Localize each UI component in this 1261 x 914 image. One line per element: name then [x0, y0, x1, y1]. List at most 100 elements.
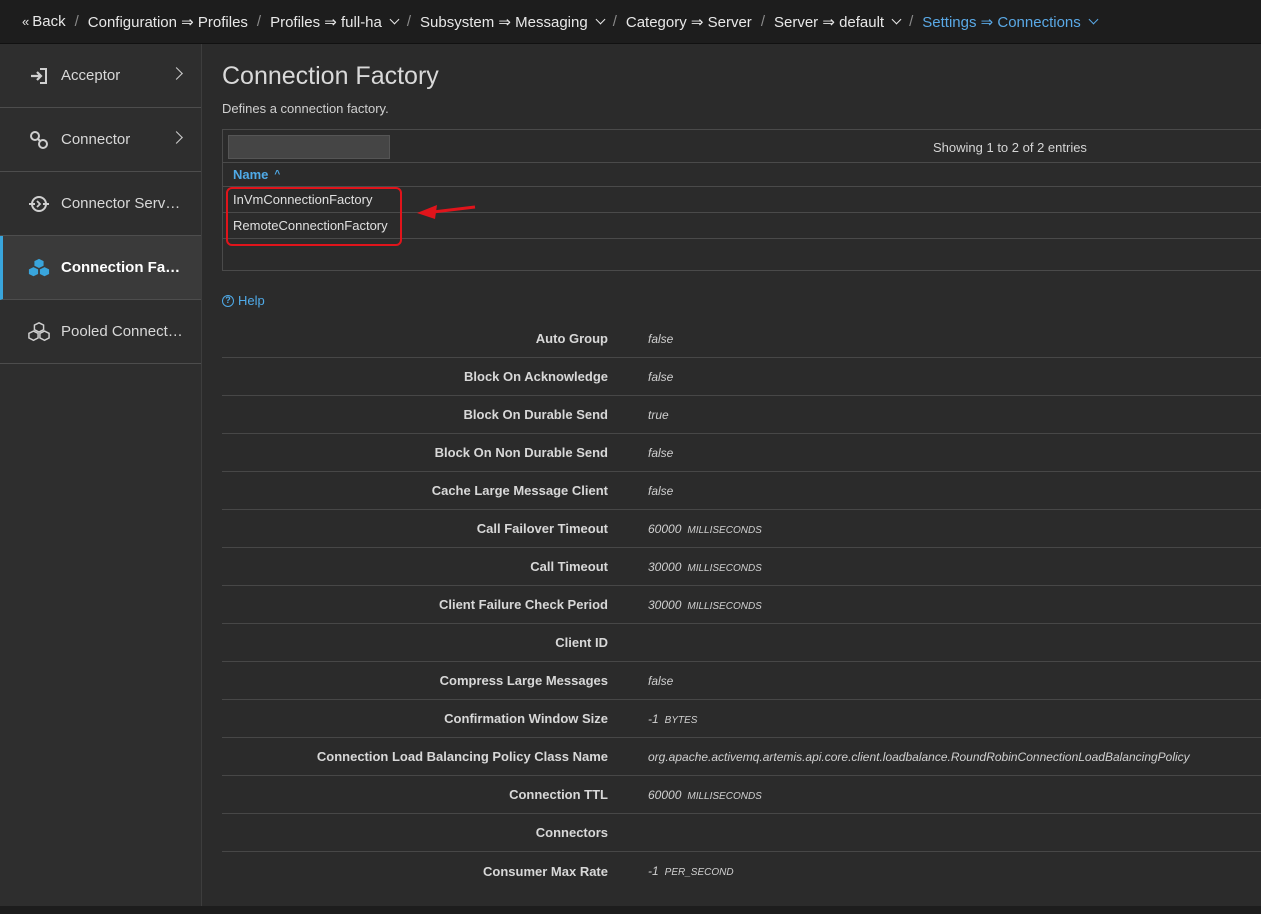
help-link[interactable]: ? Help	[222, 293, 265, 308]
breadcrumb-profile-dropdown[interactable]: Profiles ⇒ full-ha	[270, 13, 400, 31]
breadcrumb: « Back / Configuration ⇒ Profiles / Prof…	[0, 0, 1261, 44]
back-link[interactable]: « Back	[22, 13, 66, 30]
attribute-name: Consumer Max Rate	[483, 863, 608, 879]
attribute-row: Compress Large Messages false	[222, 662, 1261, 700]
attribute-unit: PER_SECOND	[664, 867, 734, 878]
attribute-value-text: false	[648, 369, 674, 384]
breadcrumb-configuration[interactable]: Configuration ⇒ Profiles	[88, 13, 248, 31]
breadcrumb-separator: /	[256, 13, 262, 30]
page-description: Defines a connection factory.	[222, 101, 389, 116]
attribute-value-text: 30000	[648, 559, 682, 574]
link-icon	[28, 129, 50, 151]
attribute-name: Block On Durable Send	[463, 407, 608, 422]
attribute-value: false	[648, 446, 679, 460]
double-chevron-left-icon: «	[22, 14, 30, 29]
attribute-row: Cache Large Message Client false	[222, 472, 1261, 510]
attribute-row: Block On Acknowledge false	[222, 358, 1261, 396]
attribute-value-text: false	[648, 331, 674, 346]
attribute-value: -1 PER_SECOND	[648, 864, 734, 878]
breadcrumb-profile-label: Profiles ⇒ full-ha	[270, 13, 382, 31]
attribute-name: Cache Large Message Client	[431, 483, 608, 498]
attribute-row: Connection Load Balancing Policy Class N…	[222, 738, 1261, 776]
attribute-unit: MILLISECONDS	[687, 600, 762, 612]
sidebar-item-label: Connector Service	[61, 195, 183, 212]
breadcrumb-separator: /	[406, 13, 412, 30]
attribute-unit: BYTES	[664, 714, 698, 726]
attribute-unit: MILLISECONDS	[687, 524, 762, 536]
chevron-down-icon	[1088, 14, 1099, 25]
attribute-row: Auto Group false	[222, 320, 1261, 358]
attribute-value-text: false	[648, 445, 674, 460]
attributes-list: Auto Group false Block On Acknowledge fa…	[222, 320, 1261, 890]
breadcrumb-category[interactable]: Category ⇒ Server	[626, 13, 752, 31]
attribute-value: 60000 MILLISECONDS	[648, 522, 762, 536]
attribute-row: Client ID	[222, 624, 1261, 662]
chevron-down-icon	[389, 14, 400, 25]
sidebar-item-acceptor[interactable]: Acceptor	[0, 44, 201, 108]
attribute-row: Call Failover Timeout 60000 MILLISECONDS	[222, 510, 1261, 548]
column-header-label: Name	[233, 167, 269, 182]
attribute-name: Auto Group	[535, 331, 608, 346]
column-header-name[interactable]: Name ^	[223, 163, 1261, 187]
table-row[interactable]: RemoteConnectionFactory	[223, 213, 1261, 239]
sidebar-item-connection-factory[interactable]: Connection Fact...	[0, 236, 201, 300]
page-title: Connection Factory	[222, 62, 439, 90]
sidebar-item-connector[interactable]: Connector	[0, 108, 201, 172]
attribute-value-text: false	[648, 673, 674, 688]
attribute-value	[648, 636, 654, 650]
breadcrumb-separator: /	[760, 13, 765, 30]
attribute-value-text: false	[648, 483, 674, 498]
filter-input[interactable]	[228, 135, 390, 159]
attribute-unit: MILLISECONDS	[687, 790, 762, 802]
attribute-row: Connection TTL 60000 MILLISECONDS	[222, 776, 1261, 814]
breadcrumb-separator: /	[74, 13, 79, 30]
sync-icon	[28, 193, 50, 215]
attribute-row: Block On Non Durable Send false	[222, 434, 1261, 472]
attribute-value: 30000 MILLISECONDS	[648, 598, 762, 612]
attribute-value: false	[648, 484, 679, 498]
breadcrumb-settings-dropdown[interactable]: Settings ⇒ Connections	[922, 13, 1099, 31]
breadcrumb-subsystem-dropdown[interactable]: Subsystem ⇒ Messaging	[420, 13, 606, 31]
attribute-row: Client Failure Check Period 30000 MILLISE…	[222, 586, 1261, 624]
attribute-name: Confirmation Window Size	[444, 711, 608, 726]
attribute-name: Compress Large Messages	[439, 673, 608, 688]
sidebar-item-connector-service[interactable]: Connector Service	[0, 172, 201, 236]
help-label: Help	[238, 293, 265, 308]
attribute-name: Call Failover Timeout	[476, 521, 608, 536]
table-row[interactable]: InVmConnectionFactory	[223, 187, 1261, 213]
attribute-value: -1 BYTES	[648, 712, 697, 726]
attribute-name: Connectors	[535, 825, 608, 840]
sidebar-item-label: Pooled Connectio...	[61, 323, 183, 340]
attribute-value: 30000 MILLISECONDS	[648, 560, 762, 574]
attribute-name: Connection TTL	[509, 787, 608, 802]
attribute-name: Block On Acknowledge	[464, 369, 608, 384]
sort-ascending-icon: ^	[274, 169, 281, 180]
attribute-value-text: -1	[648, 711, 659, 726]
sidebar-item-label: Connector	[61, 131, 131, 148]
back-label: Back	[32, 13, 66, 30]
attribute-value	[648, 826, 654, 840]
attribute-row: Connectors	[222, 814, 1261, 852]
entries-count: Showing 1 to 2 of 2 entries	[933, 140, 1087, 155]
attribute-value-text: 60000	[648, 787, 682, 802]
attribute-row: Confirmation Window Size -1 BYTES	[222, 700, 1261, 738]
sidebar-item-label: Acceptor	[61, 67, 121, 84]
annotation-arrow	[417, 205, 476, 219]
attribute-value-text: -1	[648, 864, 659, 878]
breadcrumb-server-dropdown[interactable]: Server ⇒ default	[774, 13, 902, 31]
sidebar-item-label: Connection Fact...	[61, 259, 183, 276]
breadcrumb-separator: /	[612, 13, 617, 30]
bottom-edge	[0, 906, 1261, 914]
attribute-name: Client Failure Check Period	[438, 597, 608, 612]
attribute-value-text: 60000	[648, 521, 682, 536]
attribute-value-text: org.apache.activemq.artemis.api.core.cli…	[648, 749, 1190, 764]
cubes-pooled-icon	[28, 321, 50, 343]
attribute-value: true	[648, 408, 675, 422]
breadcrumb-separator: /	[909, 13, 914, 30]
attribute-value: false	[648, 332, 679, 346]
chevron-down-icon	[595, 14, 606, 25]
attribute-row: Block On Durable Send true	[222, 396, 1261, 434]
cubes-icon	[28, 257, 50, 279]
attribute-value-text: true	[648, 407, 669, 422]
sidebar-item-pooled-connection-factory[interactable]: Pooled Connectio...	[0, 300, 201, 364]
